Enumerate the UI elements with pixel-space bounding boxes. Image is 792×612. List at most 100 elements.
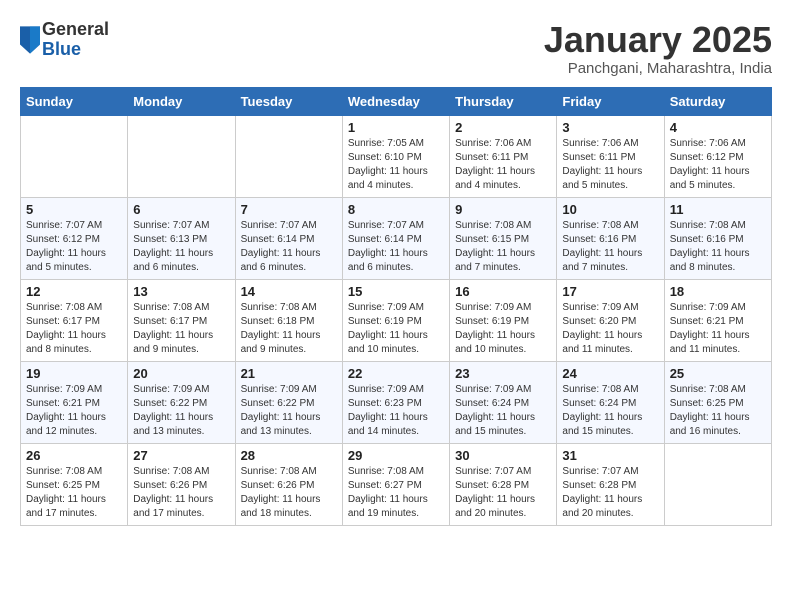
day-number: 15	[348, 284, 444, 299]
day-number: 29	[348, 448, 444, 463]
day-info: Sunrise: 7:08 AM Sunset: 6:15 PM Dayligh…	[455, 219, 551, 275]
calendar-cell: 28Sunrise: 7:08 AM Sunset: 6:26 PM Dayli…	[235, 443, 342, 525]
day-number: 1	[348, 120, 444, 135]
day-number: 14	[241, 284, 337, 299]
calendar-week-row: 1 Sunrise: 7:05 AM Sunset: 6:10 PM Daylig…	[21, 115, 772, 197]
calendar-cell: 27 Sunrise: 7:08 AM Sunset: 6:26 PM Dayli…	[128, 443, 235, 525]
calendar-cell	[21, 115, 128, 197]
day-info: Sunrise: 7:09 AM Sunset: 6:24 PM Dayligh…	[455, 383, 551, 439]
month-title: January 2025	[544, 20, 772, 60]
weekday-header-saturday: Saturday	[664, 87, 771, 115]
calendar-week-row: 19 Sunrise: 7:09 AM Sunset: 6:21 PM Dayli…	[21, 361, 772, 443]
day-number: 6	[133, 202, 229, 217]
calendar-cell: 8 Sunrise: 7:07 AM Sunset: 6:14 PM Daylig…	[342, 197, 449, 279]
day-info: Sunrise: 7:08 AM Sunset: 6:27 PM Dayligh…	[348, 465, 444, 521]
day-number: 21	[241, 366, 337, 381]
weekday-header-monday: Monday	[128, 87, 235, 115]
day-info: Sunrise: 7:08 AM Sunset: 6:25 PM Dayligh…	[26, 465, 122, 521]
calendar-week-row: 12 Sunrise: 7:08 AM Sunset: 6:17 PM Dayli…	[21, 279, 772, 361]
day-info: Sunrise: 7:07 AM Sunset: 6:28 PM Dayligh…	[455, 465, 551, 521]
calendar-cell: 10Sunrise: 7:08 AM Sunset: 6:16 PM Dayli…	[557, 197, 664, 279]
calendar-cell: 24Sunrise: 7:08 AM Sunset: 6:24 PM Dayli…	[557, 361, 664, 443]
day-number: 2	[455, 120, 551, 135]
calendar-cell: 2Sunrise: 7:06 AM Sunset: 6:11 PM Daylig…	[450, 115, 557, 197]
day-info: Sunrise: 7:09 AM Sunset: 6:21 PM Dayligh…	[670, 301, 766, 357]
logo-blue-text: Blue	[42, 40, 109, 60]
day-number: 9	[455, 202, 551, 217]
page-header: General Blue January 2025 Panchgani, Mah…	[20, 20, 772, 77]
calendar-cell: 26Sunrise: 7:08 AM Sunset: 6:25 PM Dayli…	[21, 443, 128, 525]
calendar-week-row: 5 Sunrise: 7:07 AM Sunset: 6:12 PM Daylig…	[21, 197, 772, 279]
logo-general-text: General	[42, 20, 109, 40]
calendar-cell: 17 Sunrise: 7:09 AM Sunset: 6:20 PM Dayli…	[557, 279, 664, 361]
day-number: 10	[562, 202, 658, 217]
day-number: 20	[133, 366, 229, 381]
calendar-cell: 31 Sunrise: 7:07 AM Sunset: 6:28 PM Dayli…	[557, 443, 664, 525]
calendar-cell: 3Sunrise: 7:06 AM Sunset: 6:11 PM Daylig…	[557, 115, 664, 197]
day-number: 22	[348, 366, 444, 381]
calendar-cell: 4Sunrise: 7:06 AM Sunset: 6:12 PM Daylig…	[664, 115, 771, 197]
day-number: 7	[241, 202, 337, 217]
calendar-cell: 15 Sunrise: 7:09 AM Sunset: 6:19 PM Dayli…	[342, 279, 449, 361]
calendar-week-row: 26Sunrise: 7:08 AM Sunset: 6:25 PM Dayli…	[21, 443, 772, 525]
weekday-header-wednesday: Wednesday	[342, 87, 449, 115]
day-number: 8	[348, 202, 444, 217]
day-number: 27	[133, 448, 229, 463]
calendar-cell: 18 Sunrise: 7:09 AM Sunset: 6:21 PM Dayli…	[664, 279, 771, 361]
day-info: Sunrise: 7:09 AM Sunset: 6:22 PM Dayligh…	[241, 383, 337, 439]
calendar-cell: 7 Sunrise: 7:07 AM Sunset: 6:14 PM Daylig…	[235, 197, 342, 279]
day-info: Sunrise: 7:08 AM Sunset: 6:18 PM Dayligh…	[241, 301, 337, 357]
day-number: 3	[562, 120, 658, 135]
calendar-cell: 16 Sunrise: 7:09 AM Sunset: 6:19 PM Dayli…	[450, 279, 557, 361]
day-info: Sunrise: 7:07 AM Sunset: 6:12 PM Dayligh…	[26, 219, 122, 275]
subtitle: Panchgani, Maharashtra, India	[544, 60, 772, 77]
day-info: Sunrise: 7:07 AM Sunset: 6:14 PM Dayligh…	[241, 219, 337, 275]
day-info: Sunrise: 7:08 AM Sunset: 6:16 PM Dayligh…	[670, 219, 766, 275]
calendar-cell: 14 Sunrise: 7:08 AM Sunset: 6:18 PM Dayli…	[235, 279, 342, 361]
calendar-cell: 23 Sunrise: 7:09 AM Sunset: 6:24 PM Dayli…	[450, 361, 557, 443]
day-number: 23	[455, 366, 551, 381]
calendar-cell: 19 Sunrise: 7:09 AM Sunset: 6:21 PM Dayli…	[21, 361, 128, 443]
day-number: 5	[26, 202, 122, 217]
weekday-header-friday: Friday	[557, 87, 664, 115]
day-info: Sunrise: 7:09 AM Sunset: 6:20 PM Dayligh…	[562, 301, 658, 357]
calendar-table: SundayMondayTuesdayWednesdayThursdayFrid…	[20, 87, 772, 526]
day-info: Sunrise: 7:08 AM Sunset: 6:25 PM Dayligh…	[670, 383, 766, 439]
calendar-cell: 20 Sunrise: 7:09 AM Sunset: 6:22 PM Dayli…	[128, 361, 235, 443]
day-info: Sunrise: 7:06 AM Sunset: 6:12 PM Dayligh…	[670, 137, 766, 193]
day-number: 24	[562, 366, 658, 381]
calendar-cell: 13Sunrise: 7:08 AM Sunset: 6:17 PM Dayli…	[128, 279, 235, 361]
day-info: Sunrise: 7:09 AM Sunset: 6:19 PM Dayligh…	[455, 301, 551, 357]
calendar-cell: 6Sunrise: 7:07 AM Sunset: 6:13 PM Daylig…	[128, 197, 235, 279]
weekday-header-sunday: Sunday	[21, 87, 128, 115]
day-info: Sunrise: 7:05 AM Sunset: 6:10 PM Dayligh…	[348, 137, 444, 193]
day-info: Sunrise: 7:08 AM Sunset: 6:17 PM Dayligh…	[26, 301, 122, 357]
day-info: Sunrise: 7:08 AM Sunset: 6:26 PM Dayligh…	[133, 465, 229, 521]
day-info: Sunrise: 7:09 AM Sunset: 6:21 PM Dayligh…	[26, 383, 122, 439]
weekday-header-thursday: Thursday	[450, 87, 557, 115]
weekday-header-tuesday: Tuesday	[235, 87, 342, 115]
title-block: January 2025 Panchgani, Maharashtra, Ind…	[544, 20, 772, 77]
day-number: 30	[455, 448, 551, 463]
calendar-cell: 5 Sunrise: 7:07 AM Sunset: 6:12 PM Daylig…	[21, 197, 128, 279]
calendar-cell	[128, 115, 235, 197]
calendar-cell: 1 Sunrise: 7:05 AM Sunset: 6:10 PM Daylig…	[342, 115, 449, 197]
day-info: Sunrise: 7:09 AM Sunset: 6:19 PM Dayligh…	[348, 301, 444, 357]
day-number: 16	[455, 284, 551, 299]
day-info: Sunrise: 7:09 AM Sunset: 6:22 PM Dayligh…	[133, 383, 229, 439]
day-info: Sunrise: 7:09 AM Sunset: 6:23 PM Dayligh…	[348, 383, 444, 439]
day-number: 31	[562, 448, 658, 463]
day-number: 12	[26, 284, 122, 299]
day-info: Sunrise: 7:07 AM Sunset: 6:14 PM Dayligh…	[348, 219, 444, 275]
day-number: 28	[241, 448, 337, 463]
logo-text: General Blue	[42, 20, 109, 60]
day-number: 18	[670, 284, 766, 299]
day-number: 17	[562, 284, 658, 299]
calendar-cell: 9 Sunrise: 7:08 AM Sunset: 6:15 PM Daylig…	[450, 197, 557, 279]
logo: General Blue	[20, 20, 109, 60]
day-info: Sunrise: 7:07 AM Sunset: 6:28 PM Dayligh…	[562, 465, 658, 521]
calendar-cell: 21 Sunrise: 7:09 AM Sunset: 6:22 PM Dayli…	[235, 361, 342, 443]
day-number: 25	[670, 366, 766, 381]
day-number: 11	[670, 202, 766, 217]
day-number: 19	[26, 366, 122, 381]
